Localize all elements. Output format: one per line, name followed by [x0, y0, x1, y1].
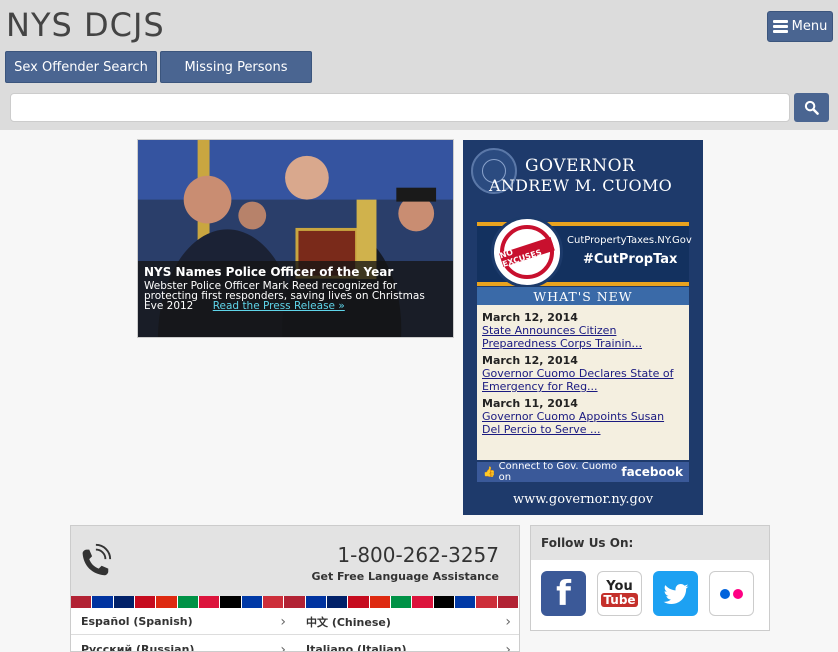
twitter-bird-icon [663, 583, 689, 604]
news-link[interactable]: Governor Cuomo Appoints Susan Del Percio… [482, 410, 684, 436]
governor-url[interactable]: www.governor.ny.gov [463, 492, 703, 507]
language-option-label: Русский (Russian) [81, 643, 195, 652]
language-assistance-panel: 1-800-262-3257 Get Free Language Assista… [70, 525, 520, 652]
language-option-chinese[interactable]: 中文 (Chinese) › [306, 608, 511, 635]
news-item: March 11, 2014 Governor Cuomo Appoints S… [482, 397, 684, 436]
language-option-label: Español (Spanish) [81, 615, 193, 628]
governor-banner[interactable]: GOVERNOR ANDREW M. CUOMO NO EXCUSES CutP… [463, 140, 703, 515]
connect-facebook-bar[interactable]: 👍 Connect to Gov. Cuomo on facebook [477, 461, 689, 483]
chevron-right-icon: › [505, 613, 511, 630]
thumbs-up-icon: 👍 [483, 466, 499, 478]
language-option-italian[interactable]: Italiano (Italian) › [306, 636, 511, 652]
feature-text: Webster Police Officer Mark Reed recogni… [144, 281, 447, 312]
twitter-icon[interactable] [653, 571, 698, 616]
cut-property-tax-promo[interactable]: NO EXCUSES CutPropertyTaxes.NY.Gov #CutP… [477, 216, 692, 288]
news-date: March 12, 2014 [482, 354, 578, 367]
news-link[interactable]: Governor Cuomo Declares State of Emergen… [482, 367, 684, 393]
language-option-russian[interactable]: Русский (Russian) › [81, 636, 286, 652]
tax-cap-badge-icon: NO EXCUSES [491, 216, 563, 288]
chevron-right-icon: › [505, 641, 511, 652]
language-option-label: Italiano (Italian) [306, 643, 407, 652]
news-item: March 12, 2014 State Announces Citizen P… [482, 311, 684, 350]
menu-button[interactable]: Menu [767, 11, 833, 42]
missing-persons-button[interactable]: Missing Persons [160, 51, 312, 83]
news-item: March 12, 2014 Governor Cuomo Declares S… [482, 354, 684, 393]
language-assistance-text: Get Free Language Assistance [311, 570, 499, 583]
governor-title: GOVERNOR [525, 156, 636, 176]
language-assistance-header: 1-800-262-3257 Get Free Language Assista… [71, 526, 519, 596]
search-button[interactable] [794, 93, 829, 122]
news-date: March 12, 2014 [482, 311, 578, 324]
promo-url: CutPropertyTaxes.NY.Gov [567, 235, 692, 246]
facebook-glyph: f [556, 573, 571, 614]
feature-slide[interactable]: NYS Names Police Officer of the Year Web… [137, 139, 454, 338]
site-title[interactable]: NYS DCJS [6, 6, 165, 44]
news-date: March 11, 2014 [482, 397, 578, 410]
whats-new-heading: WHAT'S NEW [477, 287, 689, 305]
phone-icon [82, 543, 112, 576]
search-icon [804, 100, 819, 115]
feature-title: NYS Names Police Officer of the Year [144, 265, 394, 279]
press-release-link[interactable]: Read the Press Release » [213, 300, 345, 312]
news-list: March 12, 2014 State Announces Citizen P… [477, 305, 689, 460]
connect-text: Connect to Gov. Cuomo on [498, 461, 618, 483]
chevron-right-icon: › [280, 613, 286, 630]
sex-offender-search-button[interactable]: Sex Offender Search [5, 51, 157, 83]
flickr-icon[interactable] [709, 571, 754, 616]
news-link[interactable]: State Announces Citizen Preparedness Cor… [482, 324, 684, 350]
youtube-icon[interactable]: You Tube [597, 571, 642, 616]
feature-caption: NYS Names Police Officer of the Year Web… [138, 261, 453, 337]
facebook-wordmark: facebook [621, 465, 683, 479]
chevron-right-icon: › [280, 641, 286, 652]
menu-label: Menu [791, 19, 828, 34]
language-row: Русский (Russian) › Italiano (Italian) › [71, 636, 519, 652]
facebook-icon[interactable]: f [541, 571, 586, 616]
language-option-spanish[interactable]: Español (Spanish) › [81, 608, 286, 635]
promo-hashtag: #CutPropTax [583, 252, 678, 267]
youtube-glyph-top: You [606, 579, 633, 594]
youtube-glyph-bottom: Tube [601, 593, 638, 607]
site-header: NYS DCJS Menu Sex Offender Search Missin… [0, 0, 838, 130]
language-row: Español (Spanish) › 中文 (Chinese) › [71, 608, 519, 635]
language-option-label: 中文 (Chinese) [306, 615, 391, 629]
social-icons: f You Tube [541, 571, 754, 616]
language-flags [71, 596, 519, 608]
phone-number[interactable]: 1-800-262-3257 [337, 543, 499, 567]
hamburger-icon [772, 20, 788, 33]
follow-us-heading: Follow Us On: [531, 526, 769, 560]
follow-us-panel: Follow Us On: f You Tube [530, 525, 770, 631]
governor-name: ANDREW M. CUOMO [489, 176, 673, 195]
search-input[interactable] [10, 93, 790, 122]
